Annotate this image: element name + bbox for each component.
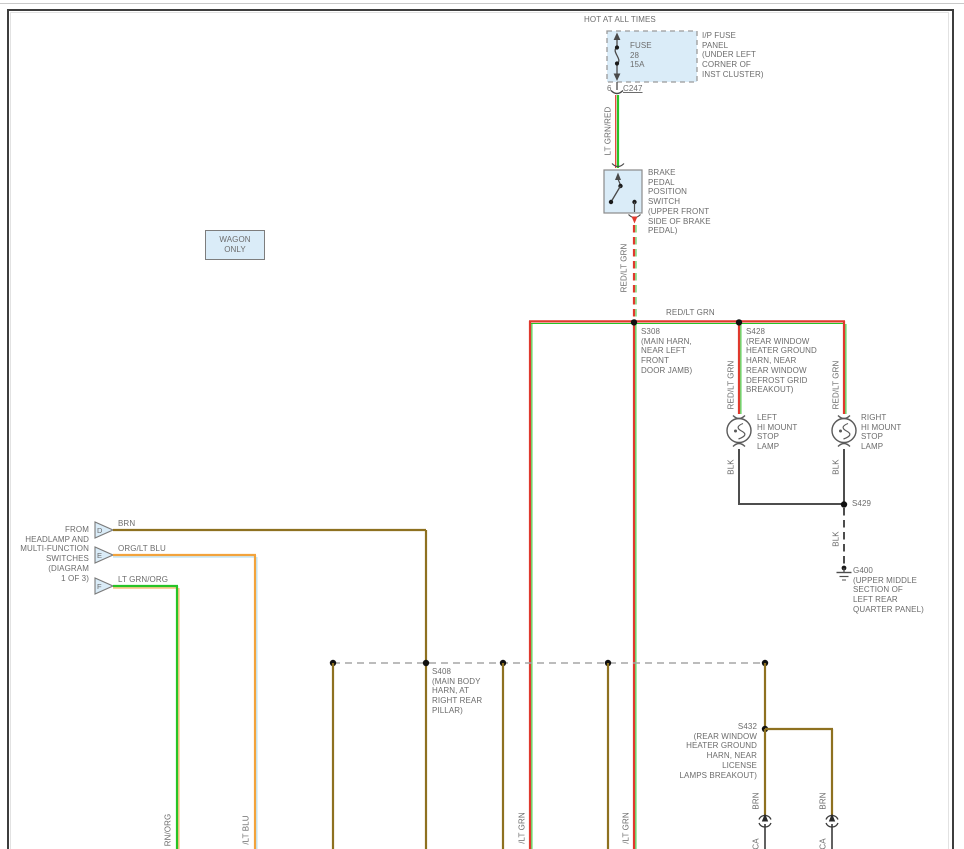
bottom-connector-left bbox=[759, 814, 771, 849]
right-stop-lamp-label: RIGHT HI MOUNT STOP LAMP bbox=[861, 413, 901, 452]
wire-label-lt-grn-red: LT GRN/RED bbox=[604, 107, 613, 156]
wire-label-brn-right-bottom: BRN bbox=[819, 792, 828, 809]
wire-label-blk-left: BLK bbox=[727, 459, 736, 474]
from-switches-note: FROM HEADLAMP AND MULTI-FUNCTION SWITCHE… bbox=[8, 525, 89, 583]
splice-s429-label: S429 bbox=[852, 499, 871, 509]
wire-label-org-lt-blu-bottom: /LT BLU bbox=[242, 815, 251, 844]
bottom-connector-right bbox=[826, 814, 838, 849]
connector-f-letter: F bbox=[97, 582, 102, 591]
fuse-panel-note: I/P FUSE PANEL (UNDER LEFT CORNER OF INS… bbox=[702, 31, 764, 80]
connector-label-ca-right: CA bbox=[819, 838, 828, 849]
wire-label-red-lt-grn-bottom-left: /LT GRN bbox=[518, 812, 527, 844]
wire-red-lt-grn-dashed bbox=[634, 225, 636, 318]
wire-label-blk-right: BLK bbox=[832, 459, 841, 474]
wagon-only-note: WAGON ONLY bbox=[219, 235, 250, 254]
brake-switch-note: BRAKE PEDAL POSITION SWITCH (UPPER FRONT… bbox=[648, 168, 711, 236]
right-stop-lamp-icon bbox=[832, 416, 856, 447]
wire-lt-grn-red bbox=[612, 95, 624, 168]
fuse-pin-label: 6 bbox=[607, 84, 612, 94]
wire-label-red-lt-grn-dashed: RED/LT GRN bbox=[620, 244, 629, 293]
connector-label-ca-left: CA bbox=[752, 838, 761, 849]
wagon-only-box: WAGON ONLY bbox=[205, 230, 265, 260]
fuse-value-label: FUSE 28 15A bbox=[630, 41, 652, 70]
wire-label-lt-grn-org: LT GRN/ORG bbox=[118, 575, 168, 585]
wire-label-red-lt-grn-bottom-right: /LT GRN bbox=[622, 812, 631, 844]
wire-label-lt-grn-org-bottom: RN/ORG bbox=[164, 814, 173, 847]
ground-icon bbox=[837, 566, 852, 580]
left-stop-lamp-icon bbox=[727, 416, 751, 447]
wire-lt-grn-org bbox=[113, 586, 179, 849]
left-stop-lamp-label: LEFT HI MOUNT STOP LAMP bbox=[757, 413, 797, 452]
ground-g400-label: G400 (UPPER MIDDLE SECTION OF LEFT REAR … bbox=[853, 566, 924, 615]
wire-label-org-lt-blu: ORG/LT BLU bbox=[118, 544, 166, 554]
wire-label-blk-ground: BLK bbox=[832, 531, 841, 546]
wire-label-red-lt-grn-right-lamp: RED/LT GRN bbox=[832, 361, 841, 410]
connector-e-letter: E bbox=[97, 551, 102, 560]
splice-s428-label: S428 (REAR WINDOW HEATER GROUND HARN, NE… bbox=[746, 327, 817, 395]
wire-label-red-lt-grn-left-lamp: RED/LT GRN bbox=[727, 361, 736, 410]
splice-s308-label: S308 (MAIN HARN, NEAR LEFT FRONT DOOR JA… bbox=[641, 327, 692, 376]
label-hot-at-all-times: HOT AT ALL TIMES bbox=[584, 15, 656, 25]
connector-c247-label: C247 bbox=[623, 84, 643, 94]
wire-label-brn-left-bottom: BRN bbox=[752, 792, 761, 809]
splice-s432-label: S432 (REAR WINDOW HEATER GROUND HARN, NE… bbox=[600, 722, 757, 780]
wire-label-brn: BRN bbox=[118, 519, 135, 529]
wire-org-lt-blu bbox=[113, 555, 257, 849]
wire-label-red-lt-grn-horizontal: RED/LT GRN bbox=[666, 308, 715, 318]
brake-switch-icon bbox=[604, 170, 642, 224]
wiring-diagram-page: HOT AT ALL TIMES FUSE 28 15A I/P FUSE PA… bbox=[0, 0, 964, 849]
connector-d-letter: D bbox=[97, 526, 102, 535]
wiring-linework bbox=[0, 0, 964, 849]
fuse-panel-box bbox=[607, 31, 697, 82]
splice-s408-line bbox=[330, 660, 768, 666]
splice-s408-label: S408 (MAIN BODY HARN, AT RIGHT REAR PILL… bbox=[432, 667, 482, 716]
